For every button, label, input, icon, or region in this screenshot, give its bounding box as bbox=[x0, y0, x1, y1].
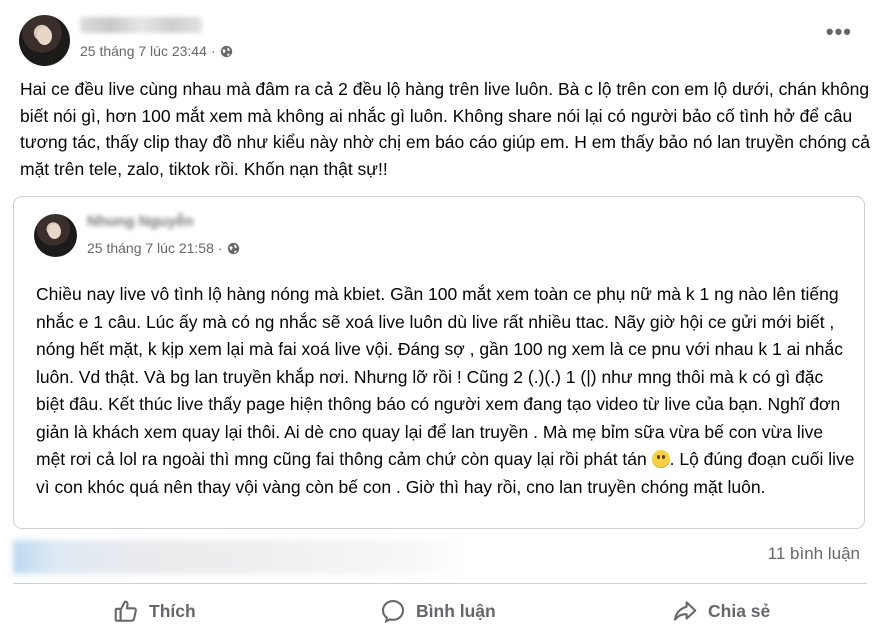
comment-bubble-icon bbox=[382, 600, 404, 624]
thumbs-up-icon bbox=[114, 600, 137, 622]
globe-icon bbox=[220, 45, 232, 57]
comment-button[interactable]: Bình luận bbox=[380, 592, 496, 630]
globe-icon bbox=[227, 242, 239, 254]
comment-label: Bình luận bbox=[416, 600, 496, 621]
divider bbox=[13, 583, 867, 584]
shared-post-timestamp[interactable]: 25 tháng 7 lúc 21:58 bbox=[87, 240, 214, 256]
post-text: Hai ce đều live cùng nhau mà đâm ra cả 2… bbox=[20, 79, 870, 179]
share-label: Chia sẻ bbox=[708, 600, 771, 621]
author-avatar[interactable] bbox=[19, 15, 70, 66]
post-meta: 25 tháng 7 lúc 23:44 · bbox=[80, 43, 233, 59]
comments-count[interactable]: 11 bình luận bbox=[768, 544, 860, 564]
author-name-redacted[interactable] bbox=[80, 17, 202, 33]
share-button[interactable]: Chia sẻ bbox=[672, 592, 770, 630]
more-options-button[interactable]: ••• bbox=[826, 21, 852, 43]
shared-post-text: Chiều nay live vô tình lộ hàng nóng mà k… bbox=[36, 281, 856, 501]
shared-post-text-part1: Chiều nay live vô tình lộ hàng nóng mà k… bbox=[36, 284, 843, 469]
post-timestamp[interactable]: 25 tháng 7 lúc 23:44 bbox=[80, 43, 207, 59]
reactions-summary-redacted[interactable] bbox=[13, 540, 468, 574]
shared-author-name[interactable]: Nhung Nguyễn bbox=[87, 213, 194, 230]
shared-post-card[interactable]: Nhung Nguyễn 25 tháng 7 lúc 21:58 · Chiề… bbox=[13, 196, 865, 529]
like-button[interactable]: Thích bbox=[113, 592, 196, 630]
shared-post-meta: 25 tháng 7 lúc 21:58 · bbox=[87, 240, 240, 256]
shared-author-avatar[interactable] bbox=[34, 214, 77, 257]
like-label: Thích bbox=[149, 600, 196, 621]
smiling-face-emoji-icon bbox=[651, 450, 670, 468]
share-arrow-icon bbox=[674, 601, 697, 621]
